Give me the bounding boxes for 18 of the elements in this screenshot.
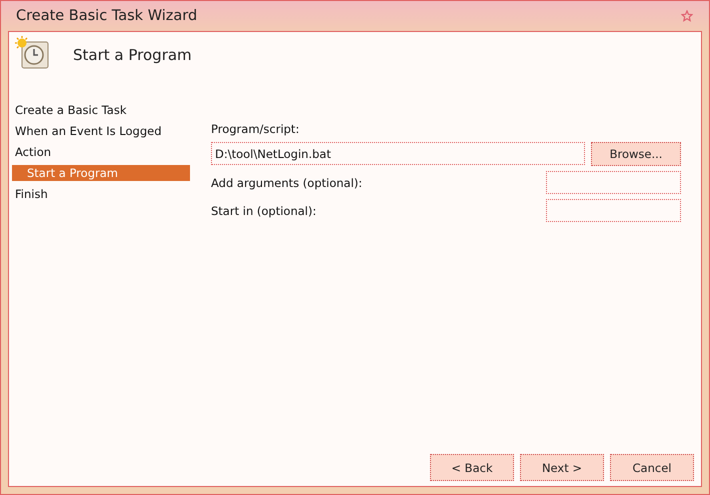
arguments-field[interactable] — [546, 171, 681, 194]
step-item[interactable]: Create a Basic Task — [12, 100, 190, 121]
step-item[interactable]: When an Event Is Logged — [12, 121, 190, 142]
step-item[interactable]: Finish — [12, 184, 190, 205]
program-field[interactable]: D:\tool\NetLogin.bat — [211, 142, 585, 165]
wizard-button[interactable]: Next > — [520, 454, 604, 481]
clock-icon — [15, 36, 49, 70]
start-in-field[interactable] — [546, 199, 681, 222]
page-title: Start a Program — [73, 46, 192, 64]
field-label: Add arguments (optional): — [211, 176, 362, 190]
wizard-button[interactable]: Cancel — [610, 454, 694, 481]
star-icon[interactable] — [681, 10, 693, 22]
field-label: Start in (optional): — [211, 204, 316, 218]
wizard-button[interactable]: < Back — [430, 454, 514, 481]
window-title: Create Basic Task Wizard — [15, 8, 198, 24]
field-label: Program/script: — [211, 122, 300, 136]
browse-button[interactable]: Browse... — [591, 142, 681, 166]
step-item[interactable]: Action — [12, 142, 190, 163]
